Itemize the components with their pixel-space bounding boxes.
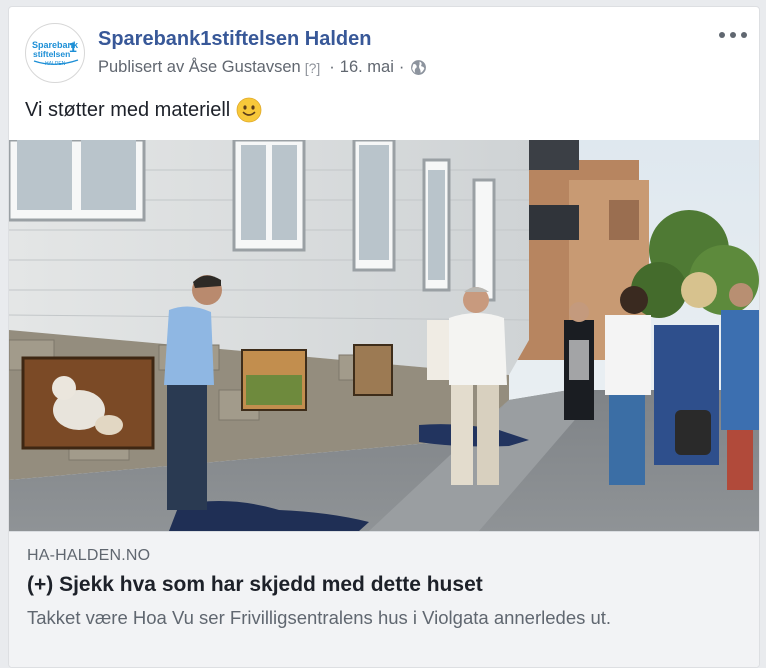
sparebank1-logo: Sparebank 1 stiftelsen HALDEN [32, 39, 79, 67]
link-description: Takket være Hoa Vu ser Frivilligsentrale… [27, 607, 612, 628]
globe-icon[interactable] [410, 59, 427, 76]
svg-text:stiftelsen: stiftelsen [33, 49, 70, 59]
man-white-shirt [449, 287, 507, 485]
post-text: Vi støtter med materiell [25, 97, 262, 123]
more-dot [730, 32, 736, 38]
post-header: Sparebank 1 stiftelsen HALDEN Sparebank1… [9, 7, 759, 87]
meta-separator-2: · [398, 58, 405, 76]
more-options-icon[interactable] [719, 27, 747, 43]
post-meta: Publisert av Åse Gustavsen [?] · 16. mai… [98, 58, 427, 77]
link-title[interactable]: (+) Sjekk hva som har skjedd med dette h… [27, 573, 483, 597]
post-message: Vi støtter med materiell [25, 98, 231, 121]
page-name-link[interactable]: Sparebank1stiftelsen Halden [98, 28, 371, 51]
post-card: Sparebank 1 stiftelsen HALDEN Sparebank1… [8, 6, 760, 668]
link-domain: HA-HALDEN.NO [27, 547, 151, 564]
help-marker[interactable]: [?] [305, 60, 321, 76]
avatar[interactable]: Sparebank 1 stiftelsen HALDEN [25, 23, 85, 83]
more-dot [719, 32, 725, 38]
link-preview[interactable]: HA-HALDEN.NO (+) Sjekk hva som har skjed… [9, 531, 759, 667]
meta-separator: · [329, 58, 335, 76]
more-dot [741, 32, 747, 38]
published-by[interactable]: Publisert av Åse Gustavsen [98, 58, 301, 77]
post-photo[interactable] [9, 140, 759, 531]
post-date[interactable]: 16. mai [340, 58, 394, 77]
street-scene-image [9, 140, 759, 531]
slightly-smiling-face-icon [236, 97, 262, 123]
